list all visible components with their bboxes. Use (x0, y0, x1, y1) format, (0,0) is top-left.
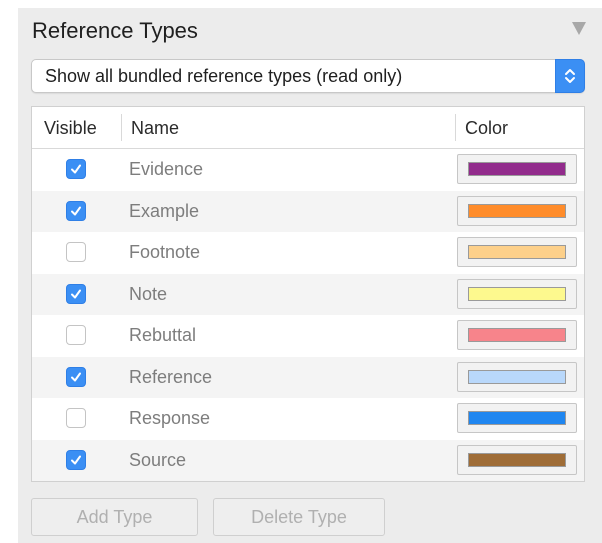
color-swatch (468, 369, 566, 384)
reference-type-name[interactable]: Reference (129, 367, 212, 388)
up-down-chevron-icon[interactable] (555, 59, 585, 93)
color-well[interactable] (457, 237, 577, 267)
color-well[interactable] (457, 154, 577, 184)
color-swatch (468, 452, 566, 467)
reference-type-name[interactable]: Response (129, 408, 210, 429)
reference-filter-popup[interactable]: Show all bundled reference types (read o… (31, 59, 585, 93)
table-row[interactable]: Example (32, 190, 584, 232)
checkmark-icon (71, 164, 81, 174)
checkmark-icon (71, 289, 81, 298)
reference-type-name[interactable]: Footnote (129, 242, 200, 263)
color-well[interactable] (457, 444, 577, 475)
reference-type-name[interactable]: Note (129, 284, 167, 305)
table-row[interactable]: Reference (32, 356, 584, 398)
triangle-down-icon[interactable] (572, 22, 586, 35)
column-divider[interactable] (121, 114, 122, 141)
delete-type-button[interactable]: Delete Type (213, 498, 385, 536)
visible-checkbox[interactable] (66, 283, 86, 304)
color-swatch (468, 411, 566, 425)
table-row[interactable]: Evidence (32, 149, 584, 190)
color-swatch (468, 328, 566, 342)
column-header-visible[interactable]: Visible (44, 118, 97, 139)
color-well[interactable] (457, 278, 577, 309)
table-row[interactable]: Rebuttal (32, 315, 584, 356)
visible-checkbox[interactable] (66, 366, 86, 387)
visible-checkbox[interactable] (66, 242, 86, 262)
reference-type-name[interactable]: Source (129, 450, 186, 471)
color-well[interactable] (457, 361, 577, 392)
color-swatch (468, 203, 566, 218)
checkmark-icon (71, 455, 81, 464)
column-header-color[interactable]: Color (465, 118, 508, 139)
checkmark-icon (71, 372, 81, 381)
column-header-name[interactable]: Name (131, 118, 179, 139)
visible-checkbox[interactable] (66, 200, 86, 221)
reference-type-name[interactable]: Evidence (129, 159, 203, 180)
panel-title: Reference Types (32, 18, 198, 43)
color-swatch (468, 286, 566, 301)
reference-filter-selected: Show all bundled reference types (read o… (45, 66, 403, 86)
reference-type-name[interactable]: Rebuttal (129, 325, 196, 346)
table-row[interactable]: Footnote (32, 232, 584, 273)
reference-types-table: Visible Name Color Evidence Example Footno… (31, 106, 585, 482)
color-well[interactable] (457, 403, 577, 433)
checkmark-icon (71, 206, 81, 215)
table-header: Visible Name Color (32, 107, 584, 149)
visible-checkbox[interactable] (66, 449, 86, 470)
color-well[interactable] (457, 195, 577, 226)
add-type-button[interactable]: Add Type (31, 498, 198, 536)
color-swatch (468, 245, 566, 259)
reference-type-name[interactable]: Example (129, 201, 199, 222)
table-row[interactable]: Response (32, 398, 584, 439)
table-row[interactable]: Source (32, 439, 584, 481)
visible-checkbox[interactable] (66, 408, 86, 428)
visible-checkbox[interactable] (66, 325, 86, 345)
table-row[interactable]: Note (32, 273, 584, 315)
visible-checkbox[interactable] (66, 159, 86, 179)
color-swatch (468, 162, 566, 176)
reference-types-panel: Reference Types Show all bundled referen… (18, 8, 602, 543)
color-well[interactable] (457, 320, 577, 350)
column-divider[interactable] (455, 114, 456, 141)
